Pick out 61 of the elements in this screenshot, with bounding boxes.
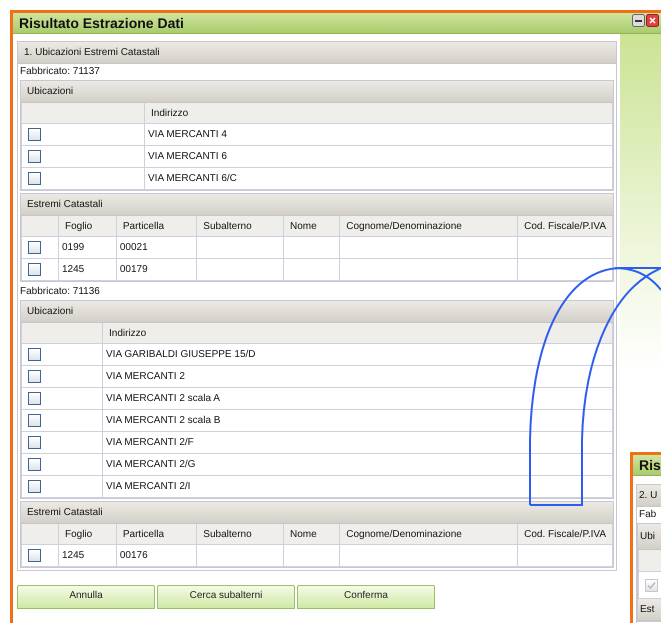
panel-header: 1. Ubicazioni Estremi Catastali [18,42,616,64]
column-header: Cod. Fiscale/P.IVA [518,524,612,544]
checkbox[interactable] [28,150,41,163]
section-header: Estremi Catastali [21,502,613,524]
column-header: Cognome/Denominazione [340,524,518,544]
table-cell: VIA MERCANTI 2 scala B [102,410,612,432]
column-header: Foglio [58,216,116,236]
window-title: Risultato Estrazione Dati [19,15,184,31]
column-header: Indirizzo [102,323,612,344]
checkbox[interactable] [28,348,41,361]
checkbox[interactable] [28,458,41,471]
panel-header: 2. U [637,485,661,507]
table-cell: 1245 [58,544,116,566]
close-icon[interactable] [646,14,659,27]
section-header: Ubicazioni [21,81,613,103]
checkbox[interactable] [28,436,41,449]
checkbox[interactable] [28,241,41,254]
building-label: Fab [638,508,658,522]
section-header: Ubi [638,524,661,550]
building-label: Fabbricato: 71137 [19,65,101,79]
column-header: Cod. Fiscale/P.IVA [518,216,612,236]
action-button[interactable]: Conferma [297,585,435,609]
table-cell: 0199 [58,236,116,258]
table-cell: VIA MERCANTI 2/G [102,454,612,476]
checkbox[interactable] [28,172,41,185]
column-header: Nome [284,216,340,236]
table-cell: VIA MERCANTI 2/I [102,476,612,498]
minimize-icon[interactable] [632,14,645,27]
building-label: Fabbricato: 71136 [19,285,101,299]
section-header: Estremi Catastali [21,194,613,216]
checkbox[interactable] [28,549,41,562]
table-cell: 00176 [116,544,197,566]
column-header: Particella [116,524,197,544]
column-header: Foglio [58,524,116,544]
checkbox[interactable] [28,370,41,383]
table-cell: VIA MERCANTI 2 scala A [102,388,612,410]
window-title: Ris [639,457,661,473]
checkbox[interactable] [28,128,41,141]
table-cell: VIA MERCANTI 4 [144,124,612,146]
column-header: Particella [116,216,197,236]
table-cell: VIA MERCANTI 2 [102,366,612,388]
column-header: Nome [284,524,340,544]
column-header: Subalterno [196,524,284,544]
table-cell: VIA MERCANTI 6/C [144,168,612,190]
section-header: Est [638,599,661,621]
table-cell: VIA GARIBALDI GIUSEPPE 15/D [102,344,612,366]
table-cell: VIA MERCANTI 2/F [102,432,612,454]
column-header: Indirizzo [144,103,612,124]
checkbox[interactable] [28,480,41,493]
action-button[interactable]: Annulla [17,585,155,609]
checkbox[interactable] [28,392,41,405]
table-cell: VIA MERCANTI 6 [144,146,612,168]
action-button[interactable]: Cerca subalterni [157,585,295,609]
section-header: Ubicazioni [21,301,613,323]
column-header: Subalterno [196,216,284,236]
table-cell: 00179 [116,258,197,280]
checkbox[interactable] [28,263,41,276]
table-cell: 1245 [58,258,116,280]
column-header: Cognome/Denominazione [340,216,518,236]
table-cell: 00021 [116,236,197,258]
checkbox[interactable] [28,414,41,427]
